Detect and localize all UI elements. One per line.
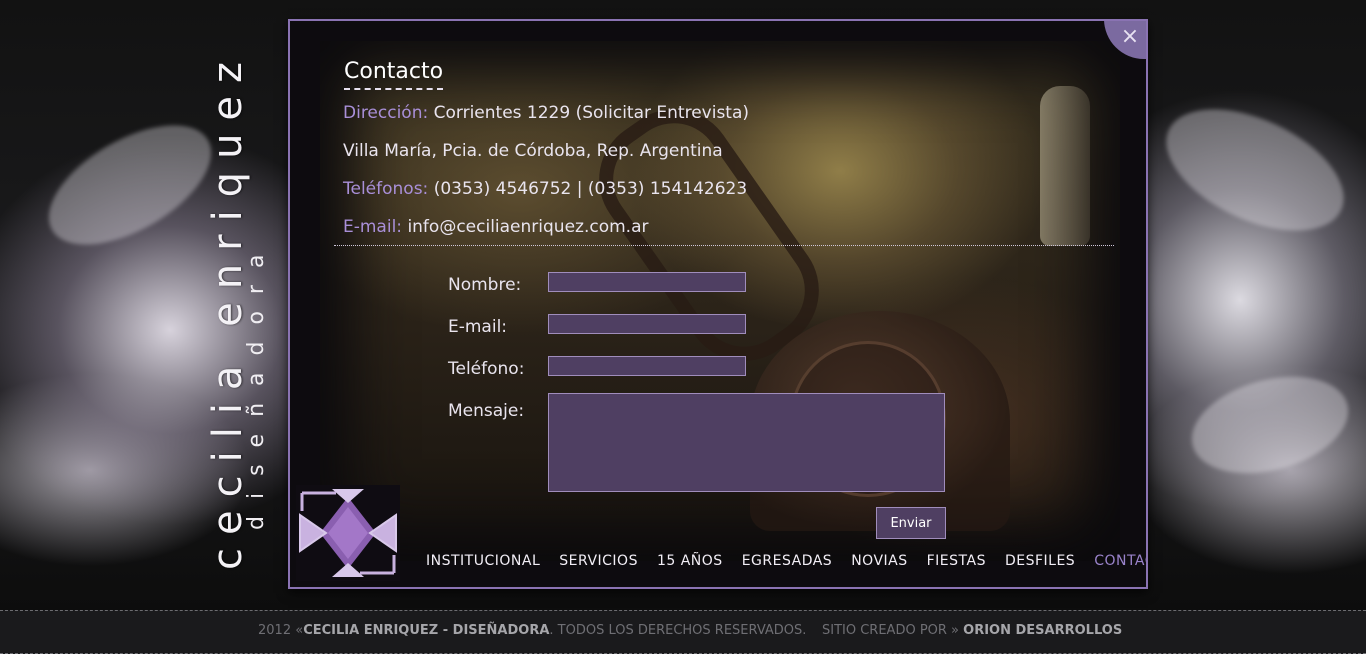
nav-item-servicios[interactable]: SERVICIOS [559,553,638,575]
divider [334,245,1114,246]
footer: 2012 «CECILIA ENRIQUEZ - DISEÑADORA. TOD… [0,610,1366,654]
nav-item-desfiles[interactable]: DESFILES [1005,553,1075,575]
email-field-label: E-mail: [448,317,508,337]
submit-button[interactable]: Enviar [876,507,946,539]
nav-item-egresadas[interactable]: EGRESADAS [742,553,833,575]
nav-item-15-anos[interactable]: 15 AÑOS [657,553,723,575]
name-field[interactable] [548,272,746,292]
nav-item-novias[interactable]: NOVIAS [851,553,907,575]
address-label: Dirección: [343,103,429,123]
email-link[interactable]: info@ceciliaenriquez.com.ar [407,217,648,237]
footer-rights: . TODOS LOS DERECHOS RESERVADOS. [549,623,807,638]
phones-line: Teléfonos: (0353) 4546752 | (0353) 15414… [343,179,747,199]
contact-panel: × Contacto Dirección: Corrientes 1229 (S… [288,19,1148,589]
footer-year: 2012 [258,623,292,638]
footer-credit: SITIO CREADO POR » ORION DESARROLLOS [822,623,1122,638]
footer-separator: « [291,623,304,638]
phone-field[interactable] [548,356,746,376]
contact-content: Contacto Dirección: Corrientes 1229 (Sol… [290,21,1146,587]
footer-company: CECILIA ENRIQUEZ - DISEÑADORA [303,623,550,638]
footer-credit-prefix: SITIO CREADO POR » [822,623,964,638]
city-line: Villa María, Pcia. de Córdoba, Rep. Arge… [343,141,723,161]
phone-field-label: Teléfono: [448,359,525,379]
main-navigation: INSTITUCIONAL SERVICIOS 15 AÑOS EGRESADA… [426,553,1146,575]
brand-subtitle: diseñadora [244,237,269,530]
footer-copyright: 2012 «CECILIA ENRIQUEZ - DISEÑADORA. TOD… [258,623,806,638]
page-title: Contacto [344,59,444,90]
city-value: Villa María, Pcia. de Córdoba, Rep. Arge… [343,141,723,161]
nav-item-contacto[interactable]: CONTACTO [1094,553,1146,575]
email-line: E-mail: info@ceciliaenriquez.com.ar [343,217,648,237]
message-field-label: Mensaje: [448,401,525,421]
address-line: Dirección: Corrientes 1229 (Solicitar En… [343,103,749,123]
message-field[interactable] [548,393,945,492]
footer-credit-link[interactable]: ORION DESARROLLOS [963,623,1122,638]
phones-value: (0353) 4546752 | (0353) 154142623 [433,179,748,199]
nav-item-institucional[interactable]: INSTITUCIONAL [426,553,540,575]
address-value: Corrientes 1229 (Solicitar Entrevista) [433,103,750,123]
email-label: E-mail: [343,217,403,237]
email-field[interactable] [548,314,746,334]
phones-label: Teléfonos: [343,179,429,199]
name-field-label: Nombre: [448,275,522,295]
brand-logo-icon[interactable] [296,485,400,581]
nav-item-fiestas[interactable]: FIESTAS [927,553,986,575]
